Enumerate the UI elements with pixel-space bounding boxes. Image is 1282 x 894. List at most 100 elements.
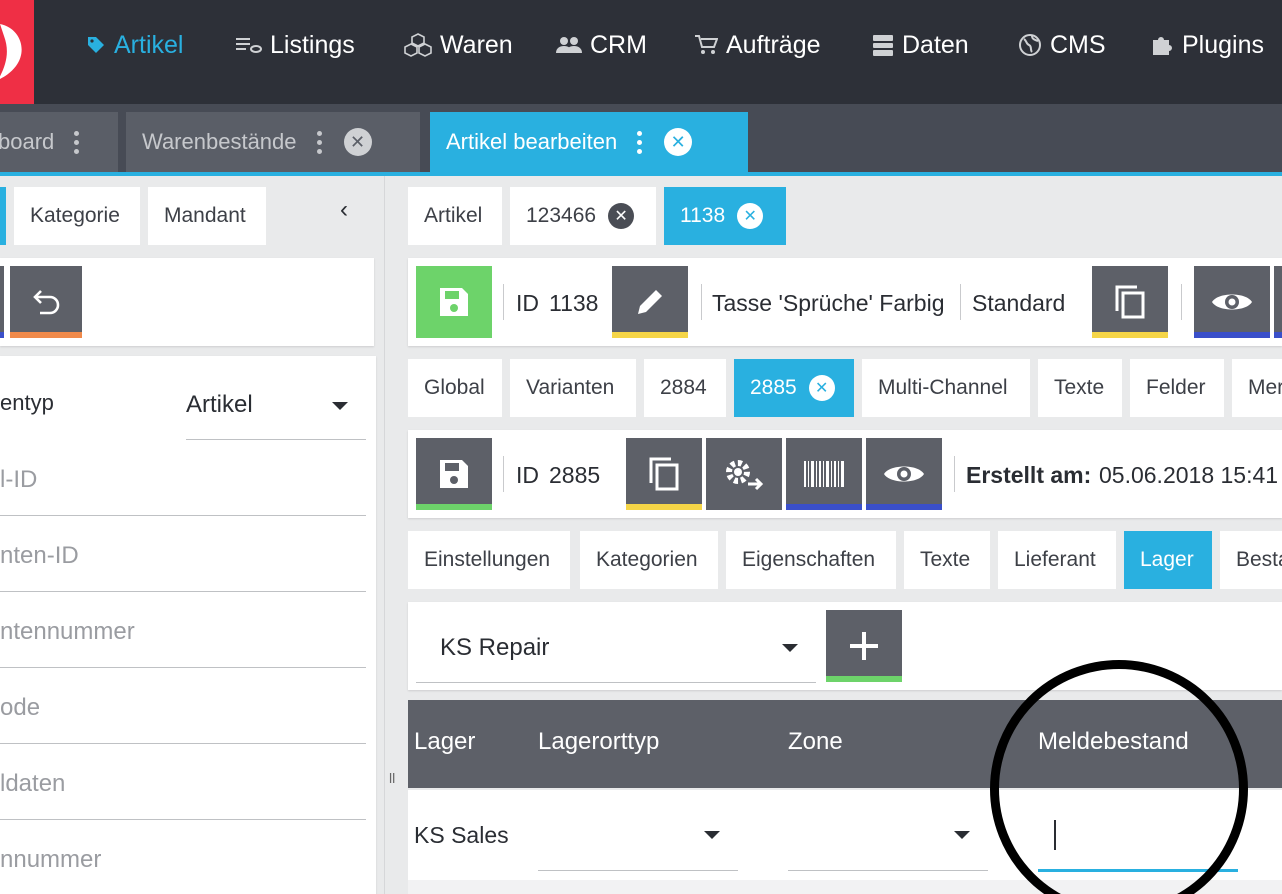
breadcrumb-1138[interactable]: 1138 ✕ <box>664 187 786 245</box>
field-variantennummer[interactable]: ntennummer <box>0 618 135 646</box>
eye-icon <box>884 466 924 482</box>
save-icon <box>440 288 468 316</box>
nav-item-waren[interactable]: Waren <box>404 0 513 90</box>
nav-item-cms[interactable]: CMS <box>1018 0 1106 90</box>
field-underline <box>0 591 366 592</box>
type-select-value[interactable]: Artikel <box>186 391 253 419</box>
zone-chevron-down-icon[interactable] <box>954 831 970 839</box>
tab-dashboard[interactable]: board <box>0 112 118 172</box>
tab-felder[interactable]: Felder <box>1130 359 1224 417</box>
field-id[interactable]: l-ID <box>0 466 37 494</box>
variant-id-label: ID <box>516 462 539 488</box>
chevron-down-icon[interactable] <box>332 402 348 410</box>
tab-menu-icon[interactable] <box>74 130 80 154</box>
pencil-icon <box>638 290 662 314</box>
brand-logo[interactable] <box>0 0 34 104</box>
tab-global[interactable]: Global <box>408 359 502 417</box>
listings-icon <box>236 35 262 55</box>
tab-einstellungen[interactable]: Einstellungen <box>408 531 570 589</box>
nav-item-artikel[interactable]: Artikel <box>86 0 183 90</box>
copy-article-button[interactable] <box>1092 266 1168 338</box>
barcode-icon <box>804 461 844 487</box>
field-barcode[interactable]: ode <box>0 694 40 722</box>
add-warehouse-button[interactable] <box>826 610 902 682</box>
lagerorttyp-select[interactable] <box>538 870 738 871</box>
tab-kategorien[interactable]: Kategorien <box>580 531 718 589</box>
nav-item-listings[interactable]: Listings <box>236 0 355 90</box>
tab-menu-icon[interactable] <box>316 130 322 154</box>
tab-variant-2884[interactable]: 2884 <box>644 359 726 417</box>
close-icon[interactable]: ✕ <box>808 375 835 401</box>
column-header-lager[interactable]: Lager <box>414 728 475 756</box>
field-underline <box>0 743 366 744</box>
logo-mark-icon <box>0 24 22 79</box>
collapse-panel-icon[interactable]: ‹ <box>340 196 348 224</box>
tab-mandant[interactable]: Mandant <box>148 187 266 245</box>
tab-multi-channel[interactable]: Multi-Channel <box>862 359 1030 417</box>
drag-handle-icon[interactable]: ll <box>389 770 395 786</box>
left-tab-active-edge[interactable] <box>0 187 6 245</box>
divider <box>960 284 961 320</box>
field-varianten-id[interactable]: nten-ID <box>0 542 79 570</box>
save-article-button[interactable] <box>416 266 492 338</box>
field-nummer[interactable]: nnummer <box>0 846 101 874</box>
nav-item-crm[interactable]: CRM <box>556 0 647 90</box>
tab-artikel-bearbeiten[interactable]: Artikel bearbeiten ✕ <box>430 112 748 172</box>
created-value: 05.06.2018 15:41 <box>1099 462 1279 488</box>
plus-icon <box>850 632 878 660</box>
tab-varianten[interactable]: Varianten <box>510 359 636 417</box>
highlight-circle <box>990 660 1248 894</box>
breadcrumb-123466[interactable]: 123466 ✕ <box>510 187 656 245</box>
tab-variant-2885[interactable]: 2885 ✕ <box>734 359 854 417</box>
zone-select[interactable] <box>788 870 988 871</box>
search-button[interactable] <box>0 266 4 338</box>
variant-settings-button[interactable] <box>706 438 782 510</box>
people-icon <box>556 35 582 55</box>
close-tab-icon[interactable]: ✕ <box>664 128 693 156</box>
tab-texte[interactable]: Texte <box>1038 359 1122 417</box>
tab-lieferant[interactable]: Lieferant <box>998 531 1116 589</box>
save-icon <box>440 460 468 488</box>
copy-icon <box>1115 285 1145 319</box>
warehouse-select-underline <box>416 682 816 683</box>
column-header-lagerorttyp[interactable]: Lagerorttyp <box>538 728 659 756</box>
barcode-button[interactable] <box>786 438 862 510</box>
type-select-underline <box>186 439 366 440</box>
article-name: Tasse 'Sprüche' Farbig <box>712 290 945 316</box>
preview-variant-button[interactable] <box>866 438 942 510</box>
divider <box>954 456 955 492</box>
lagerorttyp-chevron-down-icon[interactable] <box>704 831 720 839</box>
tab-more[interactable]: Mer <box>1232 359 1282 417</box>
edit-button[interactable] <box>612 266 688 338</box>
tab-kategorie[interactable]: Kategorie <box>14 187 140 245</box>
chevron-down-icon[interactable] <box>782 644 798 652</box>
copy-variant-button[interactable] <box>626 438 702 510</box>
close-icon[interactable]: ✕ <box>737 203 764 229</box>
close-icon[interactable]: ✕ <box>608 203 635 229</box>
nav-item-plugins[interactable]: Plugins <box>1150 0 1264 90</box>
more-toolbar-button[interactable] <box>1274 266 1282 338</box>
close-tab-icon[interactable]: ✕ <box>343 128 372 156</box>
tab-bestand[interactable]: Besta <box>1220 531 1282 589</box>
preview-article-button[interactable] <box>1194 266 1270 338</box>
save-variant-button[interactable] <box>416 438 492 510</box>
warehouse-select-value[interactable]: KS Repair <box>440 634 549 662</box>
tag-icon <box>86 35 106 55</box>
divider <box>503 284 504 320</box>
nav-item-daten[interactable]: Daten <box>872 0 969 90</box>
column-header-zone[interactable]: Zone <box>788 728 843 756</box>
breadcrumb-artikel[interactable]: Artikel <box>408 187 502 245</box>
field-marktdaten[interactable]: ldaten <box>0 770 65 798</box>
tab-texte-detail[interactable]: Texte <box>904 531 990 589</box>
field-underline <box>0 515 366 516</box>
tab-warenbestaende[interactable]: Warenbestände ✕ <box>126 112 420 172</box>
tab-eigenschaften[interactable]: Eigenschaften <box>726 531 896 589</box>
nav-item-auftraege[interactable]: Aufträge <box>694 0 821 90</box>
tab-menu-icon[interactable] <box>637 130 643 154</box>
panel-splitter[interactable] <box>384 176 398 894</box>
reset-button[interactable] <box>10 266 82 338</box>
undo-icon <box>33 290 60 315</box>
globe-icon <box>1018 33 1042 57</box>
divider <box>503 456 504 492</box>
tab-lager[interactable]: Lager <box>1124 531 1212 589</box>
